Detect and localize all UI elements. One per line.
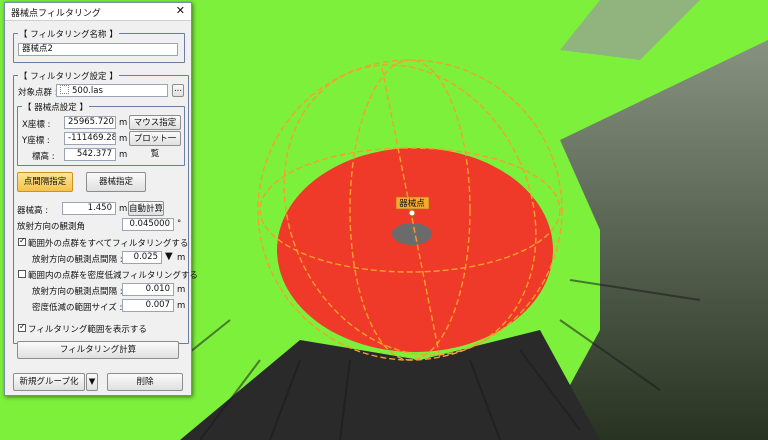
y-unit: m [119,134,128,144]
instrument-height-unit: m [119,204,128,214]
instrument-group: 【 器械点設定 】 X座標 : 25965.720 m マウス指定 Y座標 : … [17,101,185,166]
name-group-label: 【 フィルタリング名称 】 [18,28,119,40]
hole-patch [392,223,432,245]
mode-grid-button[interactable]: 器械指定 [86,172,146,192]
y-label: Y座標 : [22,136,50,146]
radial-spacing2-label: 放射方向の観測点間隔 : [32,287,123,297]
mode-point-spacing-button[interactable]: 点間隔指定 [17,172,73,192]
instrument-height-input[interactable]: 1.450 [62,202,116,215]
x-label: X座標 : [22,120,51,130]
instrument-group-label: 【 器械点設定 】 [22,101,89,113]
radial-spacing2-unit: m [177,285,186,295]
elevation-label: 標高 : [32,152,55,162]
filter-dialog: 器械点フィルタリング ✕ 【 フィルタリング名称 】 器械点2 【 フィルタリン… [4,2,198,396]
target-cloud-label: 対象点群 : [18,88,58,98]
mouse-select-button[interactable]: マウス指定 [129,115,181,130]
auto-calc-button[interactable]: 自動計算 [128,201,164,216]
filter-name-input[interactable]: 器械点2 [18,43,178,56]
settings-group: 【 フィルタリング設定 】 対象点群 : 500.las ... 【 器械点設定… [13,70,198,344]
radial-angle-label: 放射方向の観測角 [17,222,86,232]
dialog-title: 器械点フィルタリング [11,9,101,19]
close-icon[interactable]: ✕ [176,5,185,17]
outside-filter-checkbox[interactable] [18,236,26,246]
grid-icon [60,85,69,94]
radial-spacing2-input[interactable]: 0.010 [122,283,174,296]
elevation-input[interactable]: 542.377 [64,148,116,161]
show-range-label[interactable]: フィルタリング範囲を表示する [28,323,147,335]
density-size-label: 密度低減の範囲サイズ : [32,303,123,313]
density-size-unit: m [177,301,186,311]
target-cloud-field[interactable]: 500.las [56,84,168,97]
outside-filter-label[interactable]: 範囲外の点群をすべてフィルタリングする [28,237,188,249]
dialog-titlebar[interactable]: 器械点フィルタリング ✕ [5,3,191,21]
browse-button[interactable]: ... [172,84,184,97]
name-group: 【 フィルタリング名称 】 器械点2 [13,28,185,63]
new-group-dropdown[interactable]: ▼ [86,373,98,391]
x-input[interactable]: 25965.720 [64,116,116,129]
delete-button[interactable]: 削除 [107,373,183,391]
instrument-marker-label: 器械点 [399,198,425,209]
settings-group-label: 【 フィルタリング設定 】 [18,70,119,82]
density-size-input[interactable]: 0.007 [122,299,174,312]
radial-spacing-input[interactable]: 0.025 [122,251,162,264]
target-cloud-value: 500.las [72,86,103,96]
radial-spacing-label: 放射方向の観測点間隔 : [32,255,123,265]
radial-spacing-unit: m [177,253,186,263]
radial-angle-input[interactable]: 0.045000 [122,218,174,231]
filter-sphere-fill [277,148,553,352]
chevron-down-icon[interactable]: ▼ [165,251,173,262]
new-group-button[interactable]: 新規グループ化 [13,373,85,391]
y-input[interactable]: -111469.285 [64,132,116,145]
plot-list-button[interactable]: プロット一覧 [129,131,181,159]
show-range-checkbox[interactable] [18,322,26,332]
degree-unit: ° [177,219,182,229]
instrument-height-label: 器械高 : [17,206,49,216]
inside-density-label[interactable]: 範囲内の点群を密度低減フィルタリングする [28,269,198,281]
filter-calc-button[interactable]: フィルタリング計算 [17,341,179,359]
elevation-unit: m [119,150,128,160]
x-unit: m [119,118,128,128]
inside-density-checkbox[interactable] [18,270,26,278]
